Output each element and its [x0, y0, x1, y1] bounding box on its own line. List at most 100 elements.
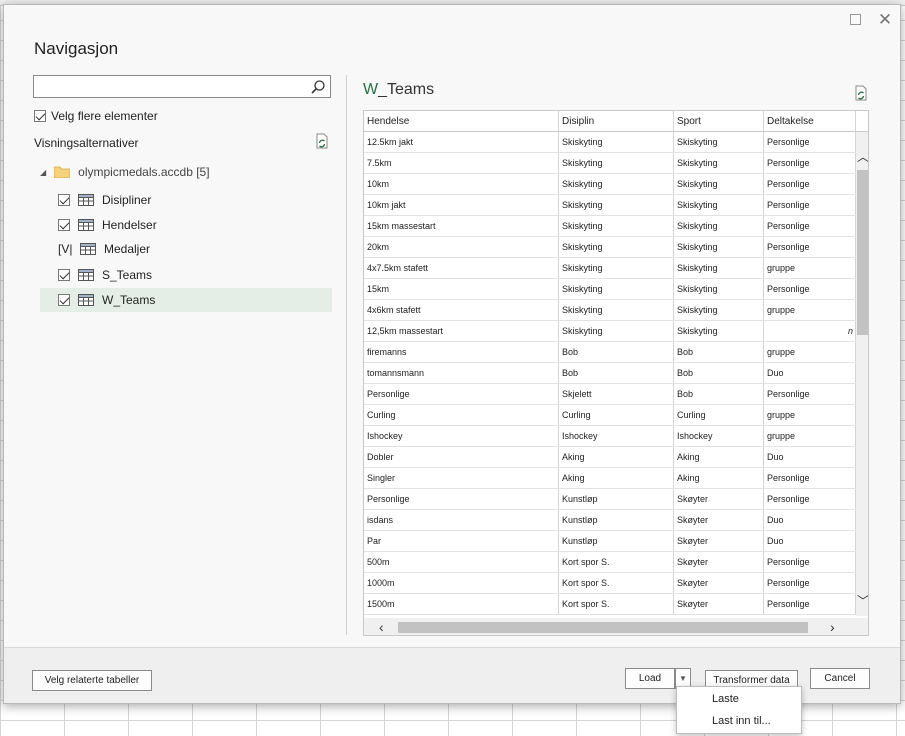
table-cell: 20km: [364, 237, 559, 257]
table-row[interactable]: Personlige Skjelett Bob Personlige: [364, 384, 856, 405]
tree-item-label: W_Teams: [102, 293, 156, 307]
table-cell: Ishockey: [674, 426, 764, 446]
table-row[interactable]: Ishockey Ishockey Ishockey gruppe: [364, 426, 856, 447]
table-row[interactable]: isdans Kunstløp Skøyter Duo: [364, 510, 856, 531]
tree-item-medaljer[interactable]: [V| Medaljer: [40, 237, 332, 261]
table-cell: Personlige: [364, 384, 559, 404]
tree-item-checkbox[interactable]: [V|: [58, 242, 72, 256]
table-cell: Dobler: [364, 447, 559, 467]
table-cell: 1000m: [364, 573, 559, 593]
table-cell: Kort spor S.: [559, 573, 674, 593]
table-cell: Skiskyting: [559, 279, 674, 299]
table-cell: Aking: [674, 468, 764, 488]
table-cell: 4x6km stafett: [364, 300, 559, 320]
table-row[interactable]: 500m Kort spor S. Skøyter Personlige: [364, 552, 856, 573]
column-header-hendelse[interactable]: Hendelse: [364, 111, 559, 131]
column-header-deltakelse[interactable]: Deltakelse: [764, 111, 856, 131]
tree-item-disipliner[interactable]: Disipliner: [40, 188, 332, 212]
table-row[interactable]: tomannsmann Bob Bob Duo: [364, 363, 856, 384]
close-button[interactable]: ✕: [876, 11, 894, 29]
table-cell: Duo: [764, 363, 856, 383]
multi-select-label: Velg flere elementer: [51, 109, 158, 123]
table-cell: Skiskyting: [674, 300, 764, 320]
collapse-triangle-icon[interactable]: ◢: [40, 168, 46, 177]
table-icon: [78, 194, 94, 206]
table-cell: gruppe: [764, 300, 856, 320]
table-cell: gruppe: [764, 426, 856, 446]
multi-select-row[interactable]: Velg flere elementer: [34, 109, 158, 123]
table-cell: Skiskyting: [674, 321, 764, 341]
maximize-icon: [849, 14, 861, 25]
table-row[interactable]: Dobler Aking Aking Duo: [364, 447, 856, 468]
grid-header-row: Hendelse Disiplin Sport Deltakelse: [364, 111, 868, 132]
column-header-disiplin[interactable]: Disiplin: [559, 111, 674, 131]
cancel-button[interactable]: Cancel: [810, 668, 870, 689]
table-cell: 7.5km: [364, 153, 559, 173]
table-row[interactable]: 20km Skiskyting Skiskyting Personlige: [364, 237, 856, 258]
tree-item-checkbox[interactable]: [58, 194, 70, 206]
table-row[interactable]: firemanns Bob Bob gruppe: [364, 342, 856, 363]
table-cell: Skiskyting: [674, 174, 764, 194]
scroll-left-icon[interactable]: ‹: [379, 618, 384, 635]
preview-grid: Hendelse Disiplin Sport Deltakelse 12.5k…: [363, 110, 869, 636]
table-cell: Aking: [559, 447, 674, 467]
column-header-sport[interactable]: Sport: [674, 111, 764, 131]
horizontal-scroll-thumb[interactable]: [398, 622, 808, 633]
table-row[interactable]: 4x7.5km stafett Skiskyting Skiskyting grupp…: [364, 258, 856, 279]
search-input[interactable]: [34, 76, 304, 97]
table-cell: Skiskyting: [559, 258, 674, 278]
search-icon[interactable]: [310, 79, 326, 95]
scroll-down-icon[interactable]: ﹀: [856, 592, 868, 609]
menu-item-load-to[interactable]: Last inn til...: [712, 715, 771, 727]
table-row[interactable]: Singler Aking Aking Personlige: [364, 468, 856, 489]
table-row[interactable]: 1500m Kort spor S. Skøyter Personlige: [364, 594, 856, 615]
select-related-tables-button[interactable]: Velg relaterte tabeller: [32, 670, 152, 691]
table-row[interactable]: 7.5km Skiskyting Skiskyting Personlige: [364, 153, 856, 174]
menu-item-load[interactable]: Laste: [712, 693, 739, 705]
tree-root-node[interactable]: ◢ olympicmedals.accdb [5]: [40, 161, 210, 183]
table-cell: 4x7.5km stafett: [364, 258, 559, 278]
tree-item-label: Hendelser: [102, 218, 157, 232]
table-cell: 10km jakt: [364, 195, 559, 215]
table-cell: Singler: [364, 468, 559, 488]
table-row[interactable]: 12,5km massestart Skiskyting Skiskyting n: [364, 321, 856, 342]
vertical-scrollbar[interactable]: ︿ ﹀: [856, 132, 868, 616]
table-row[interactable]: Personlige Kunstløp Skøyter Personlige: [364, 489, 856, 510]
table-row[interactable]: 10km jakt Skiskyting Skiskyting Personlige: [364, 195, 856, 216]
tree-item-s-teams[interactable]: S_Teams: [40, 263, 332, 287]
table-cell: 1500m: [364, 594, 559, 614]
horizontal-scrollbar[interactable]: ‹ ›: [364, 618, 868, 635]
table-icon: [78, 269, 94, 281]
scroll-up-icon[interactable]: ︿: [856, 148, 868, 165]
table-row[interactable]: 12.5km jakt Skiskyting Skiskyting Personlig…: [364, 132, 856, 153]
preview-refresh-icon[interactable]: [853, 85, 869, 101]
tree-item-w-teams[interactable]: W_Teams: [40, 288, 332, 312]
tree-item-checkbox[interactable]: [58, 219, 70, 231]
load-button[interactable]: Load: [625, 668, 675, 689]
vertical-scroll-thumb[interactable]: [857, 170, 868, 335]
table-row[interactable]: Par Kunstløp Skøyter Duo: [364, 531, 856, 552]
tree-item-checkbox[interactable]: [58, 294, 70, 306]
table-row[interactable]: 15km massestart Skiskyting Skiskyting Perso…: [364, 216, 856, 237]
table-cell: Personlige: [764, 279, 856, 299]
search-field[interactable]: [33, 75, 331, 98]
pane-divider[interactable]: [346, 75, 347, 635]
scroll-right-icon[interactable]: ›: [830, 618, 835, 635]
table-row[interactable]: Curling Curling Curling gruppe: [364, 405, 856, 426]
table-row[interactable]: 4x6km stafett Skiskyting Skiskyting gruppe: [364, 300, 856, 321]
display-options-dropdown[interactable]: Visningsalternativer: [34, 136, 139, 150]
tree-item-hendelser[interactable]: Hendelser: [40, 213, 332, 237]
table-cell: Kort spor S.: [559, 552, 674, 572]
table-cell: Personlige: [764, 573, 856, 593]
table-row[interactable]: 10km Skiskyting Skiskyting Personlige: [364, 174, 856, 195]
tree-item-checkbox[interactable]: [58, 269, 70, 281]
table-cell: Skiskyting: [674, 195, 764, 215]
maximize-button[interactable]: [846, 11, 864, 29]
table-row[interactable]: 1000m Kort spor S. Skøyter Personlige: [364, 573, 856, 594]
table-cell: Kunstløp: [559, 489, 674, 509]
table-cell: Kort spor S.: [559, 594, 674, 614]
table-cell: Duo: [764, 531, 856, 551]
multi-select-checkbox[interactable]: [34, 110, 46, 122]
refresh-icon[interactable]: [314, 133, 330, 149]
table-row[interactable]: 15km Skiskyting Skiskyting Personlige: [364, 279, 856, 300]
